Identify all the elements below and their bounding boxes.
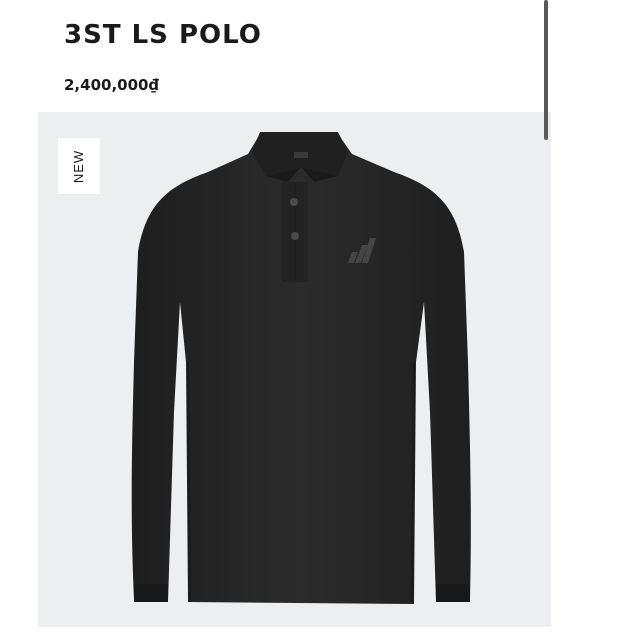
shirt-button xyxy=(291,232,299,240)
shirt-button xyxy=(290,198,298,206)
product-detail-page: 3ST LS POLO 2,400,000₫ NEW xyxy=(0,0,639,639)
product-title: 3ST LS POLO xyxy=(64,20,262,50)
right-cuff xyxy=(436,584,470,602)
shirt-image xyxy=(131,132,471,604)
product-price: 2,400,000₫ xyxy=(64,76,159,94)
scrollbar[interactable] xyxy=(543,0,549,150)
product-image-panel[interactable]: NEW xyxy=(38,112,551,627)
left-cuff xyxy=(134,584,168,602)
scrollbar-thumb[interactable] xyxy=(544,0,548,140)
new-badge-label: NEW xyxy=(71,149,87,183)
new-badge: NEW xyxy=(58,138,100,194)
